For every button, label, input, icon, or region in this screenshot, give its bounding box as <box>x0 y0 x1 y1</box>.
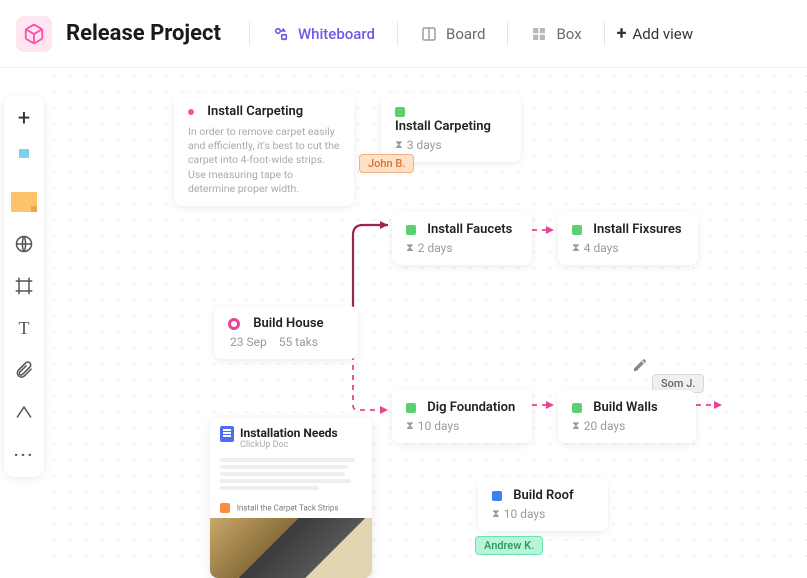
tool-add[interactable]: + <box>11 105 37 131</box>
card-title: Build Roof <box>513 488 573 503</box>
card-roof[interactable]: Build Roof ⧗ 10 days <box>478 478 608 531</box>
card-duration: 4 days <box>584 241 619 255</box>
ring-icon <box>228 318 240 330</box>
card-title: Install Faucets <box>427 222 512 237</box>
card-task-count: 55 taks <box>279 335 318 349</box>
hourglass-icon: ⧗ <box>406 241 414 255</box>
tool-sticky-note[interactable] <box>11 189 37 215</box>
card-fixtures[interactable]: Install Fixsures ⧗ 4 days <box>558 212 698 265</box>
card-duration: 10 days <box>504 507 546 521</box>
hourglass-icon: ⧗ <box>406 419 414 433</box>
status-dot <box>572 225 582 235</box>
hourglass-icon: ⧗ <box>572 419 580 433</box>
card-foundation[interactable]: Dig Foundation ⧗ 10 days <box>392 390 532 443</box>
card-title: Install Fixsures <box>593 222 681 237</box>
tab-whiteboard[interactable]: Whiteboard <box>262 19 385 49</box>
hourglass-icon: ⧗ <box>492 507 500 521</box>
divider <box>507 22 508 46</box>
status-dot <box>492 491 502 501</box>
doc-subtitle: ClickUp Doc <box>240 440 338 450</box>
list-bullet-icon <box>220 503 230 513</box>
divider <box>397 22 398 46</box>
card-date: 23 Sep <box>230 335 267 349</box>
card-duration: 2 days <box>418 241 453 255</box>
card-title: Install Carpeting <box>207 104 303 119</box>
doc-icon <box>220 426 234 442</box>
card-faucets[interactable]: Install Faucets ⧗ 2 days <box>392 212 532 265</box>
tab-board[interactable]: Board <box>410 19 495 49</box>
card-title: Dig Foundation <box>427 400 515 415</box>
tool-highlighter[interactable] <box>11 147 37 173</box>
card-carpeting-task[interactable]: Install Carpeting ⧗ 3 days <box>381 94 521 162</box>
divider <box>249 22 250 46</box>
add-view-label: Add view <box>632 25 693 43</box>
pencil-icon <box>632 357 648 373</box>
doc-card-installation[interactable]: Installation Needs ClickUp Doc Install t… <box>210 418 372 578</box>
hourglass-icon: ⧗ <box>395 138 403 152</box>
card-duration: 3 days <box>407 138 442 152</box>
tool-frame[interactable] <box>11 273 37 299</box>
divider <box>604 22 605 46</box>
doc-image-preview <box>210 518 372 578</box>
tab-label: Box <box>556 25 581 43</box>
status-dot <box>406 403 416 413</box>
card-title: Build Walls <box>593 400 657 415</box>
tool-attach[interactable] <box>11 357 37 383</box>
card-description: In order to remove carpet easily and eff… <box>188 125 340 196</box>
hourglass-icon: ⧗ <box>572 241 580 255</box>
page-title: Release Project <box>66 21 221 46</box>
collaborator-cursor-john: John B. <box>359 154 414 173</box>
doc-body-preview <box>210 458 372 499</box>
tab-label: Whiteboard <box>298 25 375 43</box>
card-title: Build House <box>253 316 323 331</box>
tool-globe[interactable] <box>11 231 37 257</box>
left-toolbar: + T ··· <box>4 95 44 477</box>
whiteboard-canvas[interactable]: Install Carpeting In order to remove car… <box>48 70 807 571</box>
bullet-icon <box>188 109 194 115</box>
tool-connector[interactable] <box>11 399 37 425</box>
add-view-button[interactable]: + Add view <box>617 23 693 44</box>
doc-title: Installation Needs <box>240 426 338 440</box>
plus-icon: + <box>617 23 627 44</box>
status-dot <box>406 225 416 235</box>
status-dot <box>572 403 582 413</box>
tool-more[interactable]: ··· <box>11 441 37 467</box>
collaborator-cursor-andrew: Andrew K. <box>475 536 543 555</box>
tab-label: Board <box>446 25 485 43</box>
status-dot <box>395 107 405 117</box>
card-duration: 20 days <box>584 419 626 433</box>
card-house[interactable]: Build House 23 Sep 55 taks <box>214 306 358 359</box>
logo <box>16 16 52 52</box>
card-carpeting-note[interactable]: Install Carpeting In order to remove car… <box>174 94 354 206</box>
card-duration: 10 days <box>418 419 460 433</box>
card-title: Install Carpeting <box>395 119 491 134</box>
tool-text[interactable]: T <box>11 315 37 341</box>
card-walls[interactable]: Build Walls ⧗ 20 days <box>558 390 696 443</box>
tab-box[interactable]: Box <box>520 19 591 49</box>
doc-strip-label: Install the Carpet Tack Strips <box>237 504 339 513</box>
